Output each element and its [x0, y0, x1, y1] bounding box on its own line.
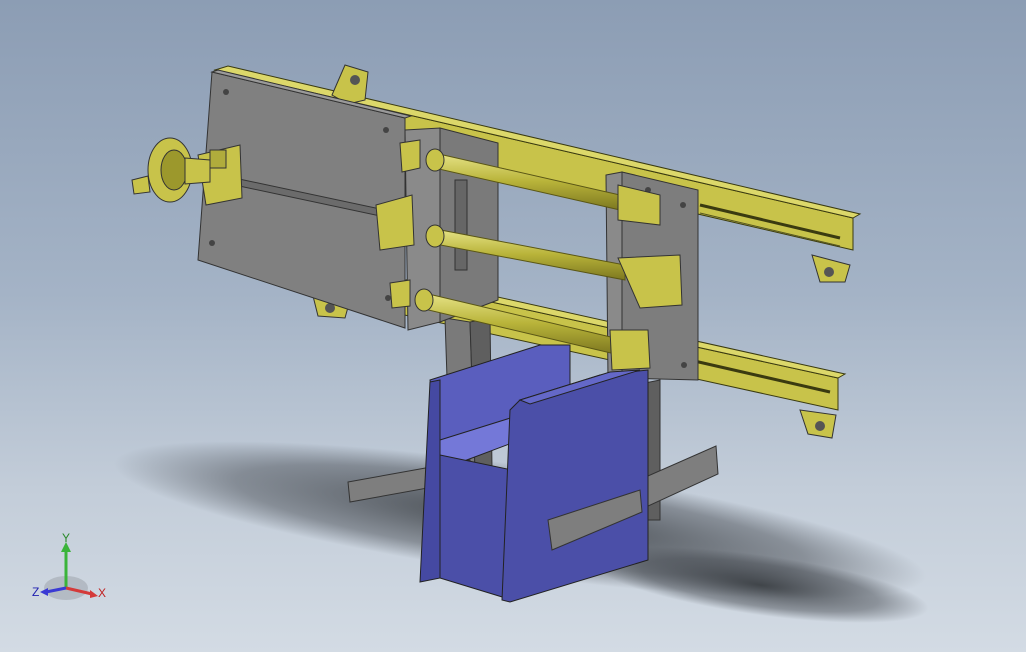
cad-viewport[interactable]: Y X Z [0, 0, 1026, 652]
z-axis-label: Z [32, 585, 39, 599]
cad-model[interactable] [0, 0, 1026, 652]
x-axis-label: X [98, 586, 106, 600]
coordinate-triad[interactable]: Y X Z [30, 530, 110, 610]
x-axis-arrow [90, 590, 98, 598]
y-axis-label: Y [62, 531, 70, 545]
handwheel[interactable] [131, 137, 211, 203]
z-axis-arrow [40, 588, 48, 596]
blue-box[interactable] [419, 344, 649, 603]
